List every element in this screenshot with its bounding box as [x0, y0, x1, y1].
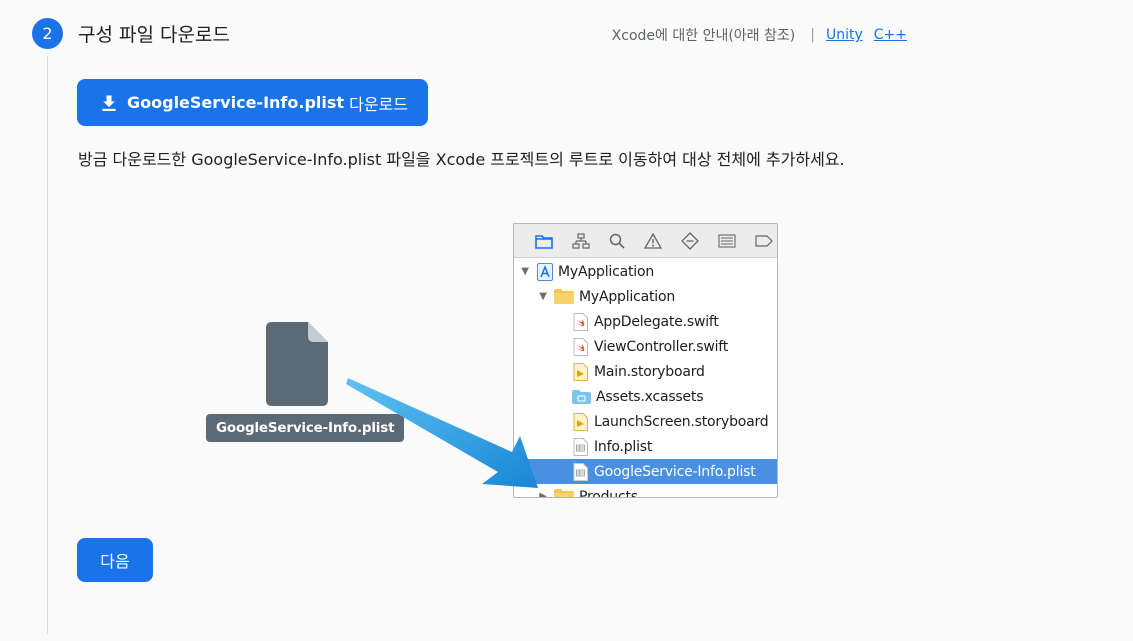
tree-item-label: Products	[579, 488, 638, 498]
tree-item-group[interactable]: ▶ Products	[514, 484, 777, 498]
tree-item-label: AppDelegate.swift	[594, 313, 719, 330]
navigator-toolbar	[514, 224, 777, 258]
download-config-button[interactable]: GoogleService-Info.plist 다운로드	[77, 79, 428, 126]
storyboard-icon	[572, 412, 589, 431]
tree-item-label: MyApplication	[579, 288, 675, 305]
folder-icon	[554, 488, 574, 497]
instruction-text: 방금 다운로드한 GoogleService-Info.plist 파일을 Xc…	[78, 150, 845, 169]
tree-item-label: Main.storyboard	[594, 363, 705, 380]
tree-item-file[interactable]: Assets.xcassets	[514, 384, 777, 409]
tree-item-label: GoogleService-Info.plist	[594, 463, 756, 480]
tree-item-label: MyApplication	[558, 263, 654, 280]
tree-item-file[interactable]: Info.plist	[514, 434, 777, 459]
tag-icon[interactable]	[755, 231, 773, 250]
tree-item-label: ViewController.swift	[594, 338, 729, 355]
swift-file-icon	[572, 312, 589, 331]
guide-separator: |	[810, 27, 815, 43]
document-icon	[266, 322, 328, 406]
platform-guide: Xcode에 대한 안내(아래 참조) | Unity C++	[612, 25, 907, 45]
tree-item-file[interactable]: ViewController.swift	[514, 334, 777, 359]
folder-icon[interactable]	[535, 231, 553, 250]
tree-item-label: Assets.xcassets	[596, 388, 704, 405]
download-button-suffix: 다운로드	[344, 94, 408, 114]
tree-item-file[interactable]: Main.storyboard	[514, 359, 777, 384]
tree-item-file-selected[interactable]: GoogleService-Info.plist	[514, 459, 777, 484]
xcode-navigator: ▼ MyApplication ▼ MyApplication AppDeleg…	[513, 223, 778, 498]
list-icon[interactable]	[718, 231, 736, 250]
next-button[interactable]: 다음	[77, 538, 153, 582]
step-rail	[47, 56, 48, 634]
tree-item-file[interactable]: AppDelegate.swift	[514, 309, 777, 334]
drag-arrow-icon	[346, 378, 538, 488]
tree-item-project[interactable]: ▼ MyApplication	[514, 259, 777, 284]
tree-item-label: LaunchScreen.storyboard	[594, 413, 769, 430]
download-icon	[102, 95, 116, 111]
disclosure-open-icon[interactable]: ▼	[520, 266, 530, 277]
guide-text: Xcode에 대한 안내(아래 참조)	[611, 28, 796, 44]
search-icon[interactable]	[609, 231, 625, 250]
setup-page: 2 구성 파일 다운로드 Xcode에 대한 안내(아래 참조) | Unity…	[0, 0, 1133, 641]
step-number-badge: 2	[32, 18, 63, 49]
warning-icon[interactable]	[644, 231, 662, 250]
diamond-icon[interactable]	[681, 231, 699, 250]
storyboard-icon	[572, 362, 589, 381]
xcode-project-icon	[536, 262, 553, 281]
assets-folder-icon	[572, 388, 591, 406]
step-title: 구성 파일 다운로드	[78, 24, 230, 46]
plist-icon	[572, 462, 589, 481]
unity-link[interactable]: Unity	[826, 27, 863, 43]
disclosure-open-icon[interactable]: ▼	[538, 291, 548, 302]
tree-item-file[interactable]: LaunchScreen.storyboard	[514, 409, 777, 434]
download-button-filename: GoogleService-Info.plist	[127, 93, 345, 112]
cpp-link[interactable]: C++	[874, 27, 907, 43]
tree-item-group[interactable]: ▼ MyApplication	[514, 284, 777, 309]
tree-item-label: Info.plist	[594, 438, 653, 455]
plist-icon	[572, 437, 589, 456]
swift-file-icon	[572, 337, 589, 356]
hierarchy-icon[interactable]	[572, 231, 590, 250]
folder-icon	[554, 288, 574, 306]
